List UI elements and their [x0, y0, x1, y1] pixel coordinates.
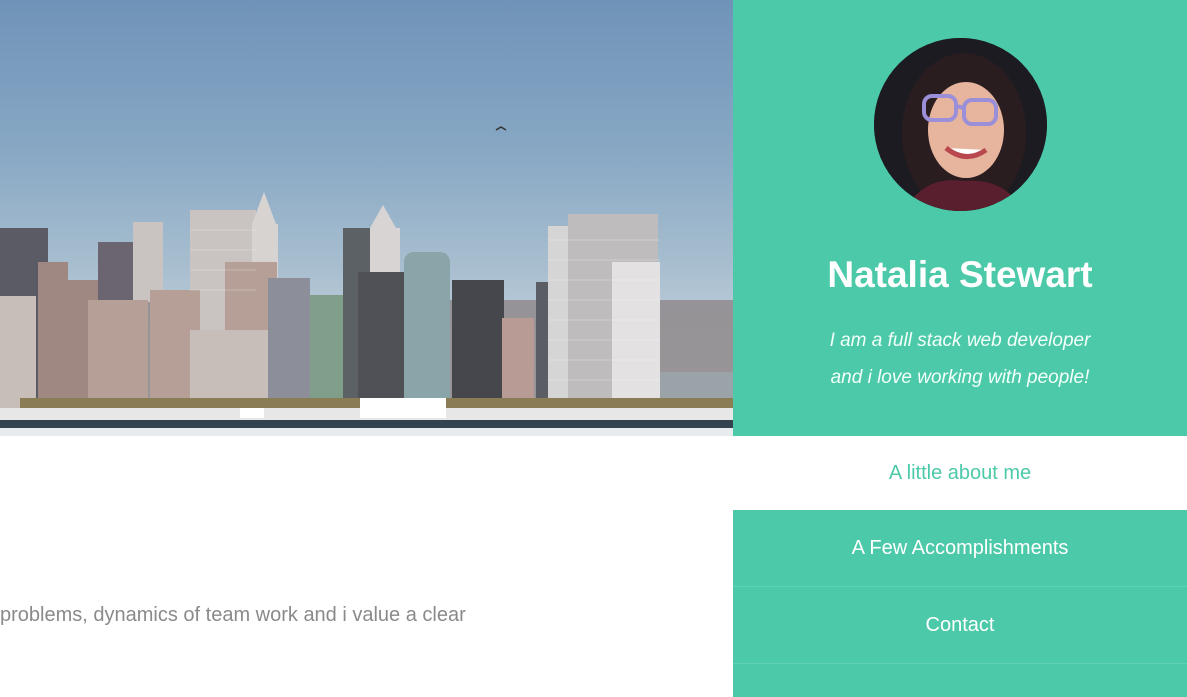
sidebar: Natalia Stewart I am a full stack web de… — [733, 0, 1187, 697]
tagline-line-1: I am a full stack web developer — [829, 330, 1091, 351]
nav-item-about[interactable]: A little about me — [733, 436, 1187, 510]
nav-item-contact[interactable]: Contact — [733, 587, 1187, 664]
nav-item-accomplishments[interactable]: A Few Accomplishments — [733, 510, 1187, 587]
about-paragraph: problems, dynamics of team work and i va… — [0, 604, 466, 626]
avatar — [874, 38, 1047, 211]
hero-skyline-image — [0, 0, 733, 436]
page: problems, dynamics of team work and i va… — [0, 0, 1187, 697]
profile-name: Natalia Stewart — [827, 254, 1093, 295]
sidebar-nav: A little about me A Few Accomplishments … — [733, 436, 1187, 664]
tagline-line-2: and i love working with people! — [830, 367, 1090, 388]
portrait-photo-icon — [874, 38, 1047, 211]
profile-card: Natalia Stewart I am a full stack web de… — [733, 0, 1187, 436]
profile-tagline: I am a full stack web developer and i lo… — [733, 322, 1187, 396]
city-skyline-illustration — [0, 126, 733, 436]
